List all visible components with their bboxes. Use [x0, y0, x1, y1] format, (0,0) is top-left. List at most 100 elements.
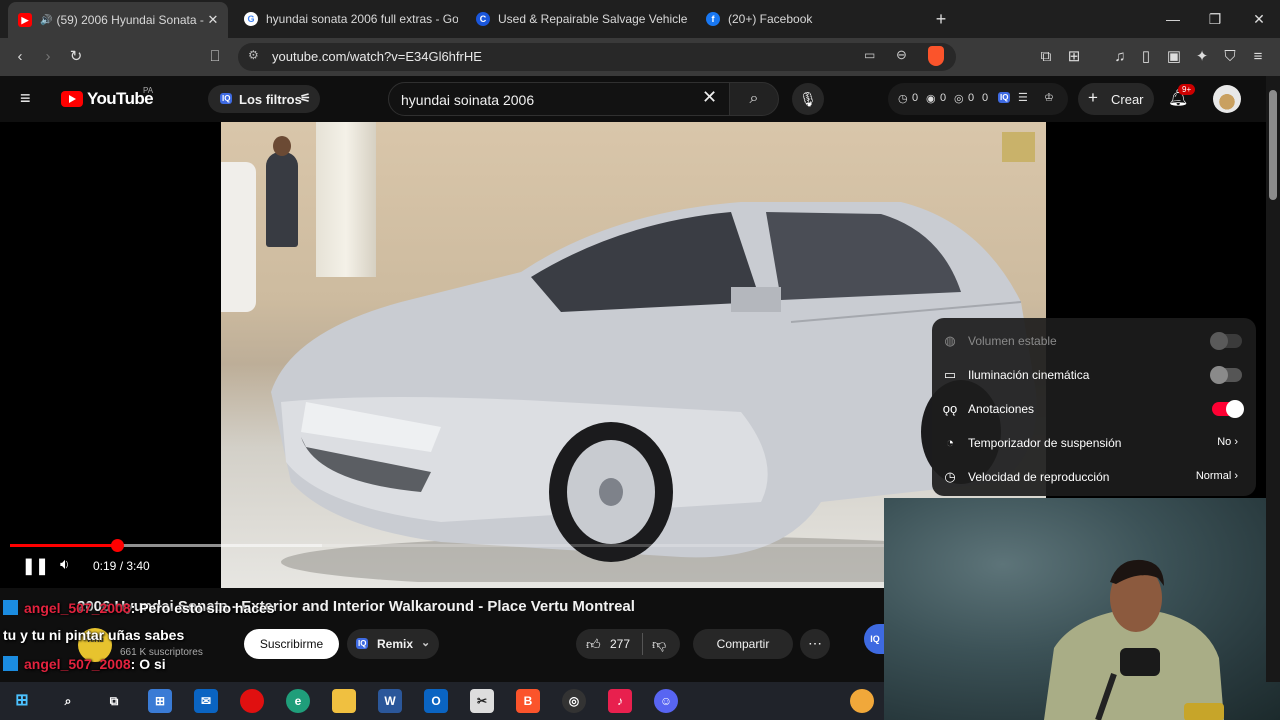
zoom-icon[interactable]: ⊖: [896, 47, 907, 63]
iq-icon: IQ: [220, 93, 233, 104]
search-value: hyundai soinata 2006: [401, 92, 535, 108]
setting-sleep-timer[interactable]: ◔ Temporizador de suspensión No ›: [932, 426, 1256, 460]
close-window-button[interactable]: ✕: [1248, 8, 1270, 30]
vpn-icon[interactable]: ⛉: [1220, 47, 1240, 67]
scrubber-handle[interactable]: [111, 539, 124, 552]
ambient-toggle[interactable]: [1210, 366, 1242, 384]
iq-panel-tab[interactable]: IQ: [864, 624, 886, 654]
stat-value: 0: [912, 92, 919, 104]
back-icon[interactable]: ‹: [10, 47, 30, 67]
youtube-logo-icon[interactable]: [61, 91, 83, 107]
search-button[interactable]: ⌕: [729, 82, 779, 116]
obs-icon[interactable]: ◎: [562, 689, 586, 713]
remix-button[interactable]: IQ Remix ⌄: [347, 629, 439, 659]
site-info-icon[interactable]: ⚙: [248, 48, 259, 62]
filters-label: Los filtros: [239, 92, 302, 107]
tab-google[interactable]: G hyundai sonata 2006 full extras - Goo: [234, 4, 458, 34]
plus-icon: +: [1088, 88, 1098, 107]
scrollbar-thumb[interactable]: [1269, 90, 1277, 200]
wallet-icon[interactable]: ▣: [1164, 47, 1184, 67]
browser-tab-strip: ▶ 🔊 (59) 2006 Hyundai Sonata - Ex ✕ G hy…: [0, 0, 1280, 38]
account-avatar[interactable]: [1213, 85, 1241, 113]
youtube-header: ≡ YouTube PA IQ Los filtros ⚟ hyundai so…: [0, 76, 1266, 122]
word-icon[interactable]: W: [378, 689, 402, 713]
brave-shield-icon[interactable]: [928, 46, 944, 66]
pause-icon[interactable]: ❚❚: [22, 556, 49, 576]
notifications-badge: 9+: [1178, 84, 1196, 95]
setting-ambient-mode[interactable]: ▭ Iluminación cinemática: [932, 358, 1256, 392]
capcut-icon[interactable]: ✂: [470, 689, 494, 713]
restore-button[interactable]: ❐: [1204, 8, 1226, 30]
audio-playing-icon[interactable]: 🔊: [40, 15, 52, 26]
minimize-button[interactable]: —: [1162, 8, 1184, 30]
volume-icon[interactable]: 🔉︎: [60, 556, 69, 573]
tiktok-icon[interactable]: ♪: [608, 689, 632, 713]
search-input[interactable]: hyundai soinata 2006 ✕: [388, 82, 730, 116]
google-icon: G: [244, 12, 258, 26]
leo-ai-icon[interactable]: ✦: [1192, 47, 1212, 67]
trophy-icon[interactable]: ♔: [1044, 91, 1054, 104]
setting-value: No ›: [1217, 436, 1238, 448]
sidebar-icon[interactable]: ▯: [1136, 47, 1156, 67]
discord-icon[interactable]: ☺: [654, 689, 678, 713]
like-dislike-group: 👍︎ 277 👎︎: [576, 629, 680, 659]
extensions-icon[interactable]: ⧉: [1036, 47, 1056, 67]
start-icon[interactable]: ⊞: [10, 689, 34, 713]
bookmark-icon[interactable]: ⎕: [205, 47, 225, 67]
annotations-toggle[interactable]: [1212, 400, 1244, 418]
media-icon[interactable]: ♫: [1110, 47, 1130, 67]
outlook-icon[interactable]: O: [424, 689, 448, 713]
setting-stable-volume[interactable]: ◍ Volumen estable: [932, 324, 1256, 358]
filters-button[interactable]: IQ Los filtros ⚟: [208, 85, 320, 113]
store-icon[interactable]: ⊞: [148, 689, 172, 713]
iq-icon[interactable]: IQ: [998, 92, 1011, 103]
like-icon[interactable]: 👍︎: [586, 636, 601, 653]
setting-value: Normal ›: [1195, 470, 1238, 482]
record-icon[interactable]: [240, 689, 264, 713]
search-icon[interactable]: ⌕: [56, 689, 80, 713]
copart-icon: C: [476, 12, 490, 26]
tab-facebook[interactable]: f (20+) Facebook: [696, 4, 916, 34]
create-button[interactable]: + Crear: [1078, 83, 1154, 115]
address-bar[interactable]: ⚙ youtube.com/watch?v=E34Gl6hfrHE ▭ ⊖: [238, 43, 956, 71]
setting-playback-speed[interactable]: ◷ Velocidad de reproducción Normal ›: [932, 460, 1256, 494]
clock-icon: ◷: [898, 93, 908, 105]
clear-search-icon[interactable]: ✕: [702, 87, 717, 108]
share-button[interactable]: Compartir: [693, 629, 793, 659]
folder-icon[interactable]: [332, 689, 356, 713]
tab-salvage[interactable]: C Used & Repairable Salvage Vehicles fo: [466, 4, 688, 34]
voice-search-button[interactable]: 🎙: [792, 83, 824, 115]
page-scrollbar[interactable]: [1266, 76, 1280, 682]
tab-title: hyundai sonata 2006 full extras - Goo: [266, 12, 458, 26]
more-actions-icon[interactable]: ⋯: [800, 629, 830, 659]
setting-label: Anotaciones: [968, 402, 1035, 416]
dealer-logo: [1002, 132, 1035, 162]
url-text: youtube.com/watch?v=E34Gl6hfrHE: [272, 49, 482, 64]
task-view-icon[interactable]: ⧉: [102, 689, 126, 713]
sliders-icon: ⚟: [300, 91, 311, 105]
brave-icon[interactable]: B: [516, 689, 540, 713]
tab-search-icon[interactable]: ⊞: [1064, 47, 1084, 67]
new-tab-button[interactable]: +: [930, 8, 952, 30]
timer-icon: ◔: [946, 435, 954, 450]
close-tab-icon[interactable]: ✕: [204, 12, 222, 28]
player-settings-menu: ◍ Volumen estable ▭ Iluminación cinemáti…: [932, 318, 1256, 496]
list-icon[interactable]: ☰: [1018, 91, 1028, 104]
mail-icon[interactable]: ✉: [194, 689, 218, 713]
forward-icon[interactable]: ›: [38, 47, 58, 67]
subscribe-button[interactable]: Suscribirme: [244, 629, 339, 659]
reload-icon[interactable]: ↻: [66, 47, 86, 67]
cast-icon[interactable]: ▭: [864, 48, 875, 62]
microphone-icon: 🎙: [799, 91, 817, 107]
edge-icon[interactable]: e: [286, 689, 310, 713]
time-display: 0:19 / 3:40: [93, 559, 150, 573]
menu-icon[interactable]: ≡: [1248, 47, 1268, 67]
setting-annotations[interactable]: ǫǫ Anotaciones: [932, 392, 1256, 426]
chevron-down-icon[interactable]: ⌄: [421, 636, 430, 649]
windows-taskbar: ⊞ ⌕ ⧉ ⊞ ✉ e W O ✂ B ◎ ♪ ☺: [0, 682, 884, 720]
weather-icon[interactable]: [850, 689, 874, 713]
hamburger-menu-icon[interactable]: ≡: [20, 88, 31, 109]
stable-volume-toggle[interactable]: [1210, 332, 1242, 350]
dislike-icon[interactable]: 👎︎: [652, 636, 666, 653]
tab-youtube[interactable]: ▶ 🔊 (59) 2006 Hyundai Sonata - Ex ✕: [8, 2, 228, 38]
